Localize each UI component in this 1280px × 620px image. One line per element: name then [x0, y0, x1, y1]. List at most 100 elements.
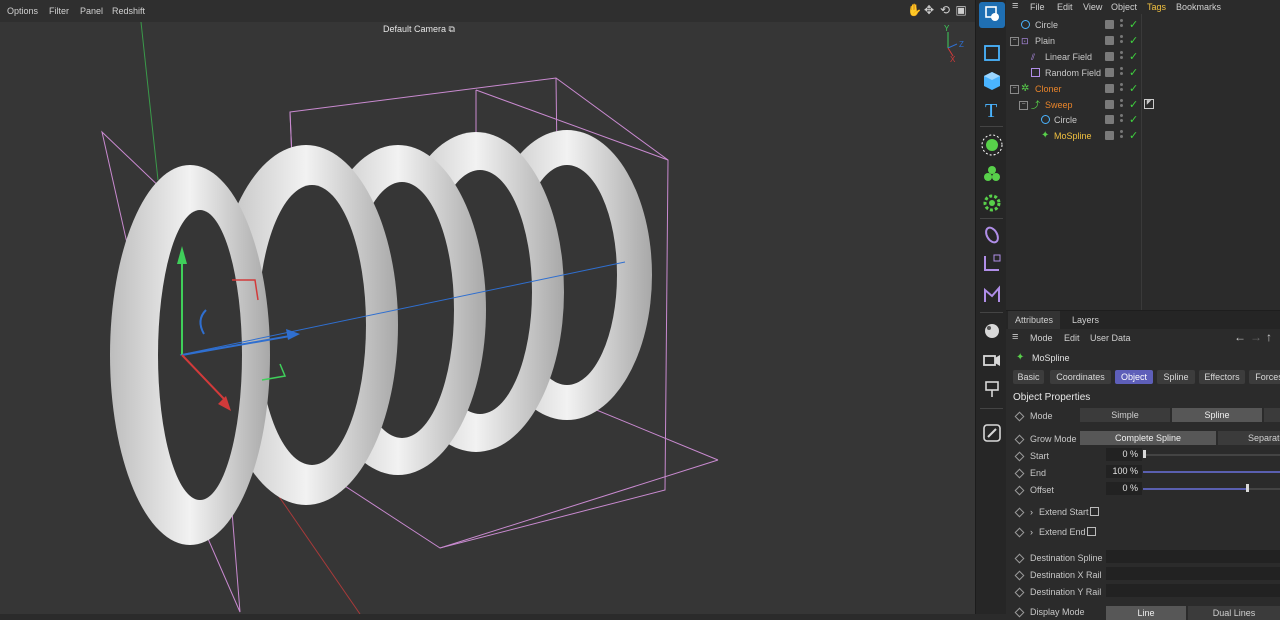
layer-color-swatch[interactable] [1105, 20, 1114, 29]
rotate-icon[interactable]: ⟲ [939, 4, 951, 16]
chevron-right-icon[interactable]: › [1030, 527, 1033, 537]
deformer-icon[interactable] [979, 222, 1005, 248]
cube-icon[interactable] [979, 68, 1005, 94]
tab-attributes[interactable]: Attributes [1015, 315, 1053, 325]
enabled-check-icon[interactable]: ✓ [1129, 131, 1139, 142]
layer-color-swatch[interactable] [1105, 115, 1114, 124]
collapse-toggle-icon[interactable]: − [1010, 85, 1019, 94]
object-row-circle[interactable]: Circle ✓ [1006, 17, 1280, 33]
end-slider-fill[interactable] [1143, 471, 1280, 473]
keyframe-diamond-icon[interactable] [1014, 607, 1025, 618]
tab-layers[interactable]: Layers [1072, 315, 1099, 325]
hamburger-menu-icon[interactable]: ≡ [1012, 331, 1018, 343]
grow-mode-complete-spline[interactable]: Complete Spline [1080, 431, 1216, 445]
viewport[interactable]: Y Z X Options Filter Panel Redshift ✋ ✥ … [0, 0, 975, 614]
keyframe-diamond-icon[interactable] [1014, 507, 1025, 518]
start-field[interactable]: 0 % [1106, 448, 1142, 461]
keyframe-diamond-icon[interactable] [1014, 553, 1025, 564]
offset-slider-knob[interactable] [1246, 484, 1249, 492]
menu-panel[interactable]: Panel [80, 6, 103, 16]
sketch-tool-icon[interactable] [979, 420, 1005, 446]
keyframe-diamond-icon[interactable] [1014, 587, 1025, 598]
scene-render[interactable]: Y Z X [0, 0, 975, 614]
visibility-dots[interactable] [1120, 130, 1124, 142]
collapse-toggle-icon[interactable]: − [1010, 37, 1019, 46]
layer-color-swatch[interactable] [1105, 36, 1114, 45]
attr-menu-user-data[interactable]: User Data [1090, 333, 1131, 343]
visibility-dots[interactable] [1120, 99, 1124, 111]
object-row-plain[interactable]: − ⊡ Plain ✓ [1006, 33, 1280, 49]
subtab-coordinates[interactable]: Coordinates [1050, 370, 1111, 384]
camera-tool-icon[interactable] [979, 347, 1005, 373]
extend-end-checkbox[interactable] [1087, 527, 1096, 536]
enabled-check-icon[interactable]: ✓ [1129, 115, 1139, 126]
subtab-object[interactable]: Object [1115, 370, 1153, 384]
destination-spline-link[interactable] [1106, 550, 1280, 563]
visibility-dots[interactable] [1120, 67, 1124, 79]
om-menu-edit[interactable]: Edit [1057, 2, 1073, 12]
mode-option-more[interactable] [1264, 408, 1280, 422]
destination-x-rail-link[interactable] [1106, 567, 1280, 580]
layer-color-swatch[interactable] [1105, 68, 1114, 77]
object-row-mospline[interactable]: ✦ MoSpline ✓ [1006, 128, 1280, 144]
object-row-linear-field[interactable]: ⫽ Linear Field ✓ [1006, 49, 1280, 65]
visibility-dots[interactable] [1120, 35, 1124, 47]
menu-filter[interactable]: Filter [49, 6, 69, 16]
mode-option-simple[interactable]: Simple [1080, 408, 1170, 422]
layer-color-swatch[interactable] [1105, 100, 1114, 109]
mode-option-spline[interactable]: Spline [1172, 408, 1262, 422]
cube-outline-icon[interactable] [979, 40, 1005, 66]
phong-tag-icon[interactable]: ◤ [1144, 99, 1154, 109]
layer-color-swatch[interactable] [1105, 131, 1114, 140]
om-menu-object[interactable]: Object [1111, 2, 1137, 12]
attr-menu-edit[interactable]: Edit [1064, 333, 1080, 343]
display-mode-dual-lines[interactable]: Dual Lines [1188, 606, 1280, 620]
subtab-effectors[interactable]: Effectors [1199, 370, 1245, 384]
mograph-selection-icon[interactable] [979, 132, 1005, 158]
forward-arrow-icon[interactable]: → [1250, 330, 1262, 344]
keyframe-diamond-icon[interactable] [1014, 411, 1025, 422]
menu-options[interactable]: Options [7, 6, 38, 16]
back-arrow-icon[interactable]: ← [1234, 330, 1246, 344]
om-menu-tags[interactable]: Tags [1147, 2, 1166, 12]
up-arrow-icon[interactable]: ↑ [1266, 330, 1272, 344]
visibility-dots[interactable] [1120, 114, 1124, 126]
keyframe-diamond-icon[interactable] [1014, 434, 1025, 445]
spline-tool-icon[interactable] [979, 250, 1005, 276]
camera-label[interactable]: Default Camera ⧉ [383, 24, 455, 35]
offset-field[interactable]: 0 % [1106, 482, 1142, 495]
keyframe-diamond-icon[interactable] [1014, 468, 1025, 479]
keyframe-diamond-icon[interactable] [1014, 451, 1025, 462]
subtab-basic[interactable]: Basic [1013, 370, 1044, 384]
keyframe-diamond-icon[interactable] [1014, 485, 1025, 496]
chevron-right-icon[interactable]: › [1030, 507, 1033, 517]
visibility-dots[interactable] [1120, 51, 1124, 63]
enabled-check-icon[interactable]: ✓ [1129, 100, 1139, 111]
om-menu-file[interactable]: File [1030, 2, 1045, 12]
environment-icon[interactable] [979, 318, 1005, 344]
object-row-random-field[interactable]: Random Field ✓ [1006, 65, 1280, 81]
object-row-sweep[interactable]: − ⤴ Sweep ✓ ◤ [1006, 97, 1280, 113]
visibility-dots[interactable] [1120, 19, 1124, 31]
collapse-toggle-icon[interactable]: − [1019, 101, 1028, 110]
start-slider-track[interactable] [1143, 454, 1280, 456]
enabled-check-icon[interactable]: ✓ [1129, 20, 1139, 31]
cloner-tool-icon[interactable] [979, 161, 1005, 187]
layer-color-swatch[interactable] [1105, 52, 1114, 61]
display-mode-line[interactable]: Line [1106, 606, 1186, 620]
text-tool-icon[interactable]: T [979, 96, 1005, 122]
destination-y-rail-link[interactable] [1106, 584, 1280, 597]
keyframe-diamond-icon[interactable] [1014, 527, 1025, 538]
extend-start-checkbox[interactable] [1090, 507, 1099, 516]
maximize-icon[interactable]: ▣ [955, 4, 967, 16]
start-slider-knob[interactable] [1143, 450, 1146, 458]
grow-mode-separate[interactable]: Separate [1218, 431, 1280, 445]
light-tool-icon[interactable] [979, 376, 1005, 402]
object-row-circle-2[interactable]: Circle ✓ [1006, 112, 1280, 128]
om-menu-view[interactable]: View [1083, 2, 1102, 12]
enabled-check-icon[interactable]: ✓ [1129, 36, 1139, 47]
selection-tool-icon[interactable] [979, 2, 1005, 28]
menu-redshift[interactable]: Redshift [112, 6, 145, 16]
enabled-check-icon[interactable]: ✓ [1129, 68, 1139, 79]
move-arrows-icon[interactable]: ✥ [923, 4, 935, 16]
